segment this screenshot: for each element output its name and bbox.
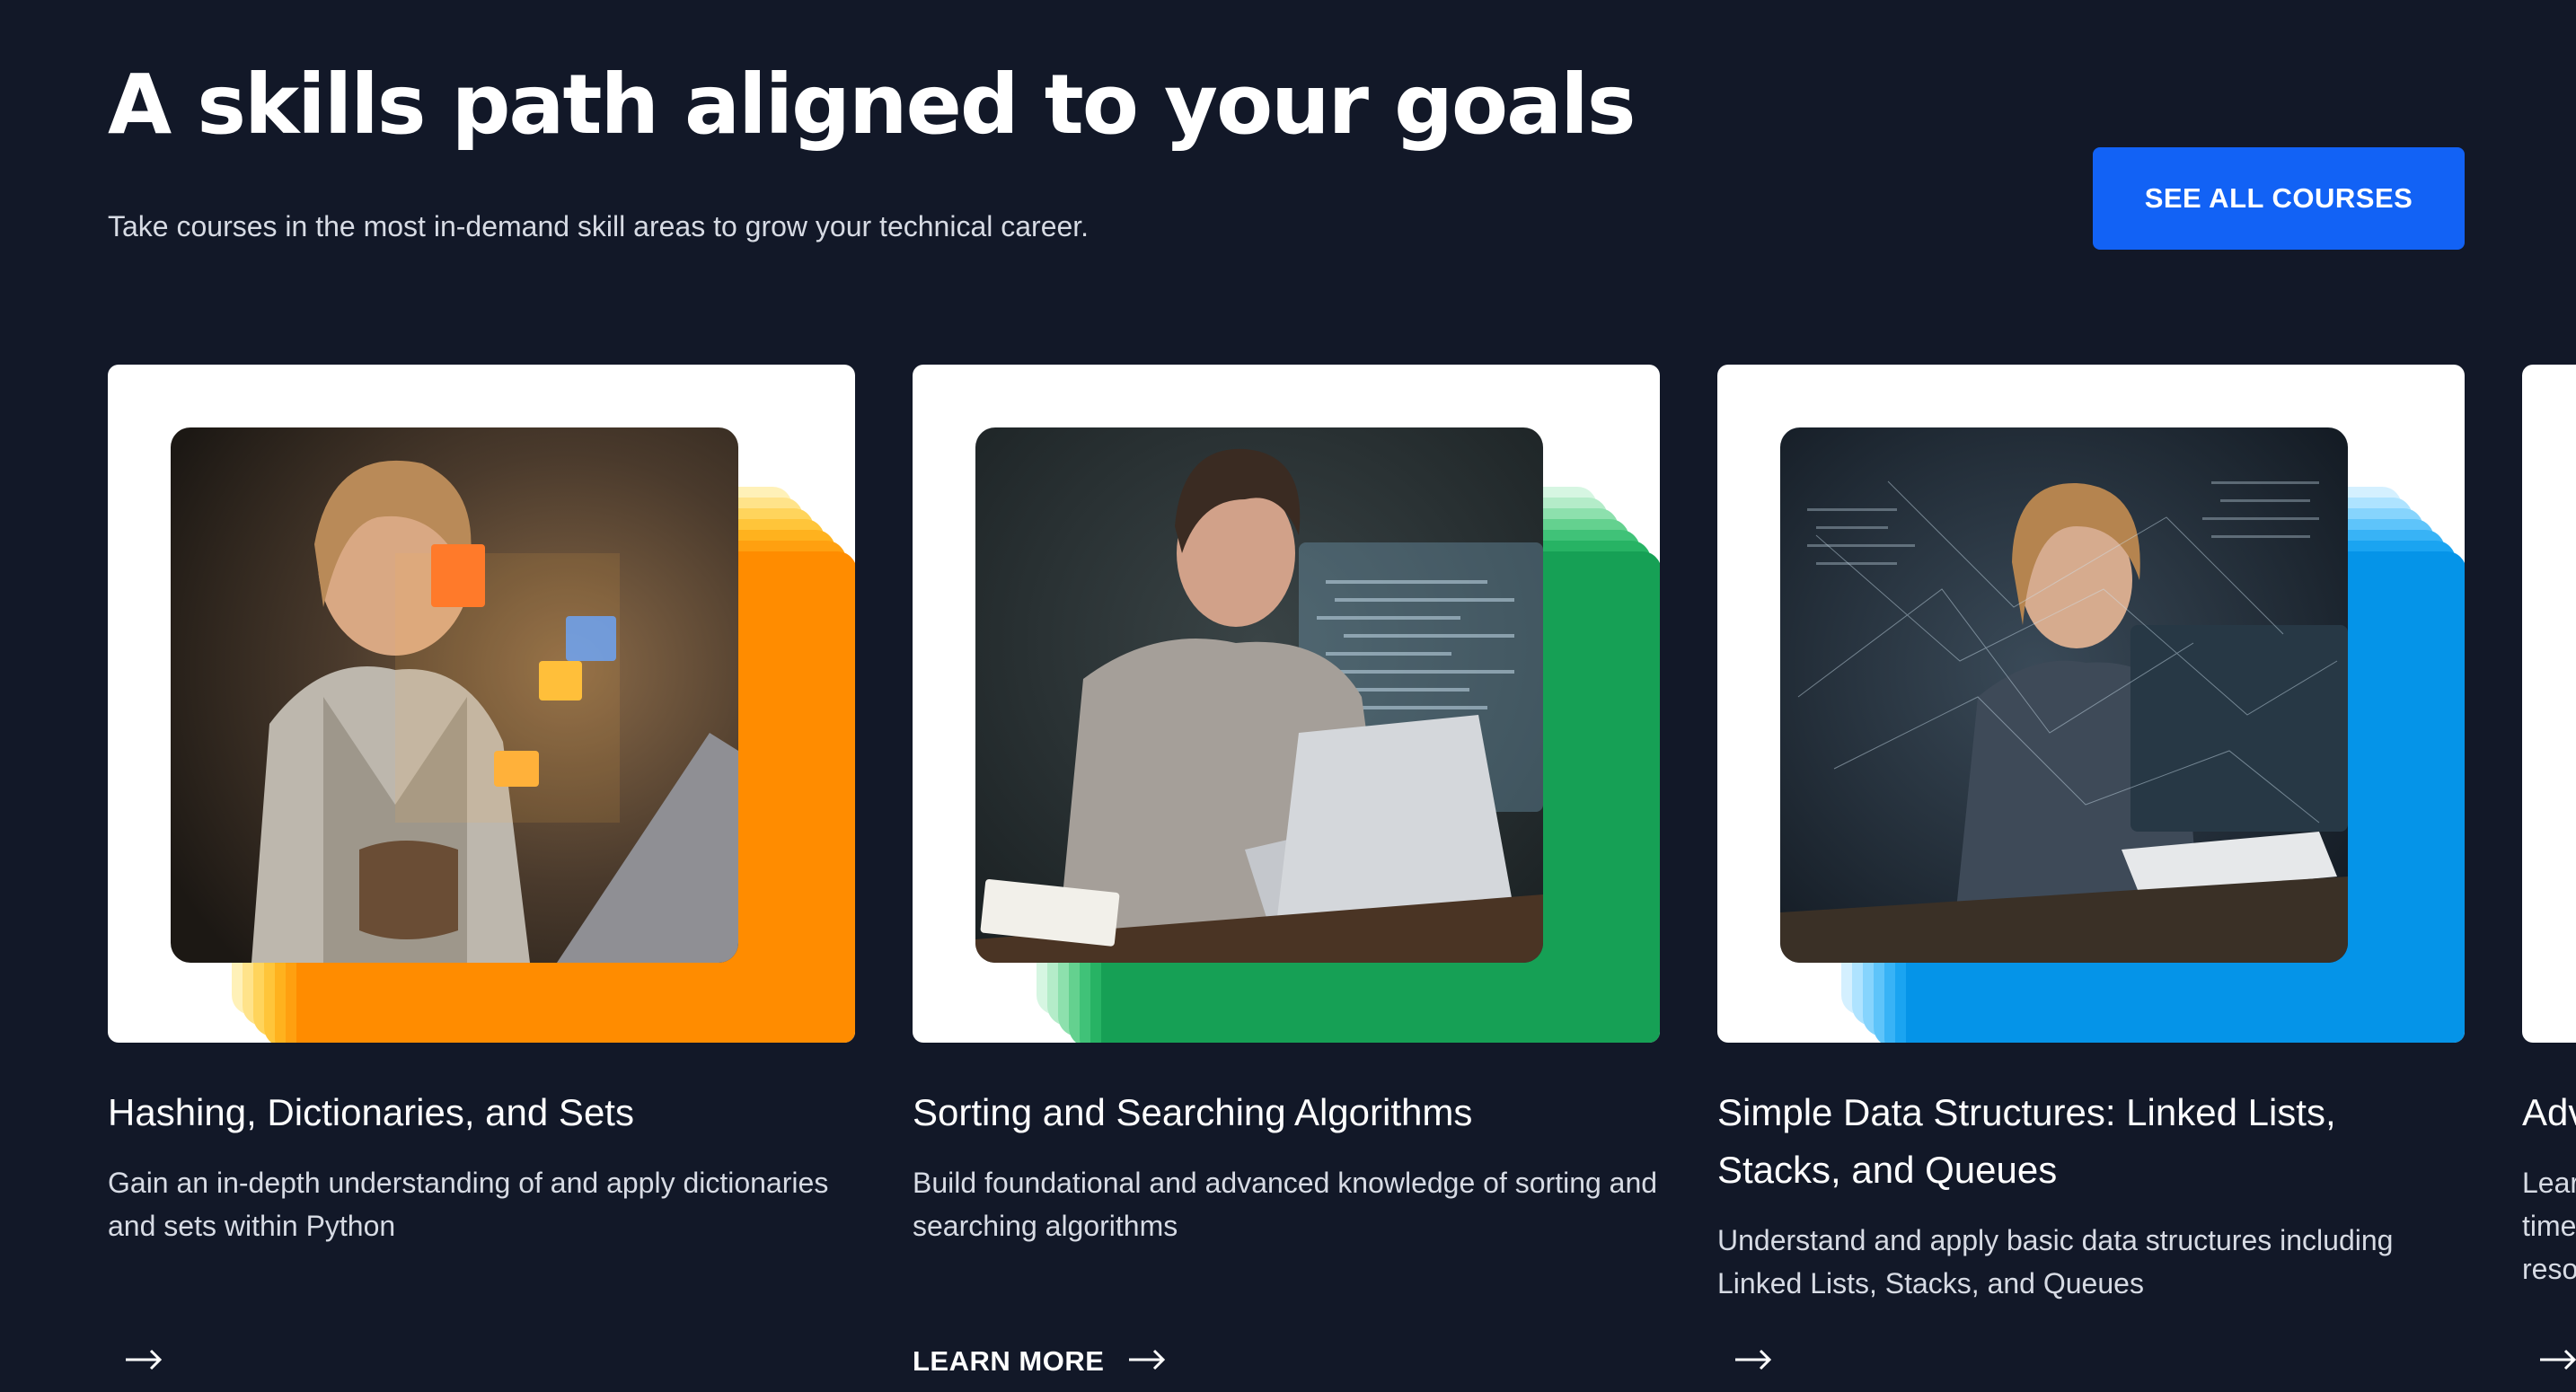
course-card-peek[interactable]: Adv Lear time reso	[2522, 365, 2576, 1370]
course-card-data-structures[interactable]: Simple Data Structures: Linked Lists, St…	[1717, 365, 2465, 1370]
course-link[interactable]	[2522, 1333, 2576, 1390]
learn-more-label: LEARN MORE	[913, 1345, 1105, 1377]
course-description: Build foundational and advanced knowledg…	[913, 1167, 1658, 1242]
arrow-right-icon	[1127, 1345, 1167, 1378]
arrow-right-icon	[2522, 1345, 2576, 1378]
course-card-image[interactable]	[913, 365, 1660, 1043]
course-title[interactable]: Sorting and Searching Algorithms	[913, 1084, 1660, 1141]
course-link[interactable]	[1717, 1333, 1773, 1390]
description-line: time	[2522, 1210, 2576, 1242]
woman-at-computer-photo	[1780, 427, 2348, 963]
course-card-sorting[interactable]: Sorting and Searching Algorithms Build f…	[913, 365, 1660, 1377]
see-all-courses-button[interactable]: SEE ALL COURSES	[2093, 147, 2465, 250]
woman-with-html-hologram-photo	[171, 427, 738, 963]
section-subtitle: Take courses in the most in-demand skill…	[108, 210, 1090, 242]
course-description: Lear time reso	[2522, 1161, 2576, 1291]
course-link[interactable]	[108, 1333, 163, 1390]
course-title[interactable]: Hashing, Dictionaries, and Sets	[108, 1084, 855, 1141]
course-card-hashing[interactable]: Hashing, Dictionaries, and Sets Gain an …	[108, 365, 855, 1370]
description-line: reso	[2522, 1253, 2576, 1285]
course-description: Understand and apply basic data structur…	[1717, 1224, 2394, 1299]
course-description: Gain an in-depth understanding of and ap…	[108, 1167, 829, 1242]
course-title[interactable]: Simple Data Structures: Linked Lists, St…	[1717, 1084, 2465, 1199]
arrow-right-icon	[1717, 1345, 1773, 1378]
course-card-image[interactable]	[2522, 365, 2576, 1043]
course-card-image[interactable]	[1717, 365, 2465, 1043]
section-heading: A skills path aligned to your goals	[108, 57, 1636, 153]
course-card-image[interactable]	[108, 365, 855, 1043]
man-with-laptop-photo	[975, 427, 1543, 963]
course-title[interactable]: Adv	[2522, 1084, 2576, 1141]
learn-more-link[interactable]: LEARN MORE	[913, 1333, 1167, 1390]
arrow-right-icon	[108, 1345, 163, 1378]
description-line: Lear	[2522, 1167, 2576, 1199]
skills-path-section: A skills path aligned to your goals Take…	[0, 0, 2576, 1392]
